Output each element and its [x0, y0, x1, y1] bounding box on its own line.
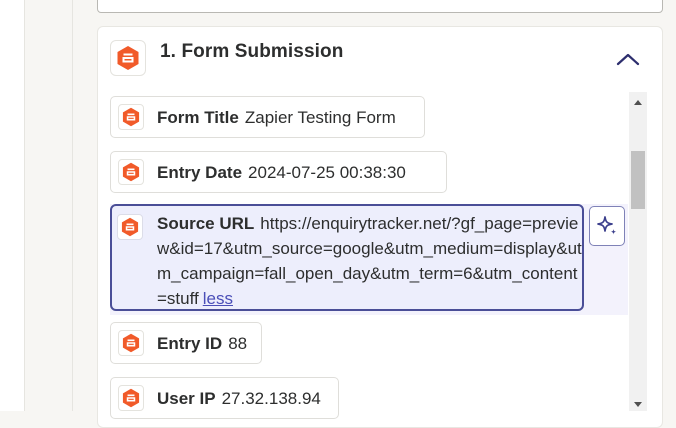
step-number: 1. — [160, 41, 177, 62]
vertical-scrollbar[interactable] — [629, 92, 647, 411]
field-pill-user-ip[interactable]: User IP 27.32.138.94 — [110, 377, 339, 419]
previous-field-input[interactable] — [97, 0, 663, 13]
collapse-button[interactable] — [613, 46, 643, 72]
step-title: 1. Form Submission — [160, 41, 343, 63]
gravity-forms-icon — [117, 214, 143, 240]
sparkle-icon — [597, 216, 617, 235]
field-pill-form-title[interactable]: Form Title Zapier Testing Form — [110, 96, 425, 138]
field-value: 88 — [228, 334, 248, 353]
field-label: Entry Date — [157, 163, 243, 182]
gravity-forms-icon — [118, 330, 144, 356]
field-value: Zapier Testing Form — [244, 108, 396, 127]
scrollbar-thumb[interactable] — [631, 151, 645, 209]
gravity-forms-icon — [118, 385, 144, 411]
step-title-text: Form Submission — [181, 41, 344, 62]
field-label: Form Title — [157, 108, 239, 127]
gravity-forms-icon — [118, 159, 144, 185]
field-label: User IP — [157, 389, 216, 408]
gravity-forms-icon — [110, 40, 146, 76]
scroll-down-arrow-icon[interactable] — [634, 402, 642, 407]
left-edge-panel — [0, 0, 25, 411]
field-pill-entry-id[interactable]: Entry ID 88 — [110, 322, 262, 364]
field-pill-entry-date[interactable]: Entry Date 2024-07-25 00:38:30 — [110, 151, 447, 193]
scroll-up-arrow-icon[interactable] — [634, 100, 642, 105]
field-pill-source-url[interactable]: Source URL https://enquirytracker.net/?gf… — [110, 204, 584, 311]
field-label: Entry ID — [157, 334, 223, 353]
field-label: Source URL — [157, 214, 255, 233]
field-value: 27.32.138.94 — [221, 389, 321, 408]
field-value: 2024-07-25 00:38:30 — [248, 163, 406, 182]
ai-suggest-button[interactable] — [589, 206, 625, 246]
less-link[interactable]: less — [203, 289, 233, 308]
gravity-forms-icon — [118, 104, 144, 130]
chevron-up-icon — [616, 53, 640, 66]
